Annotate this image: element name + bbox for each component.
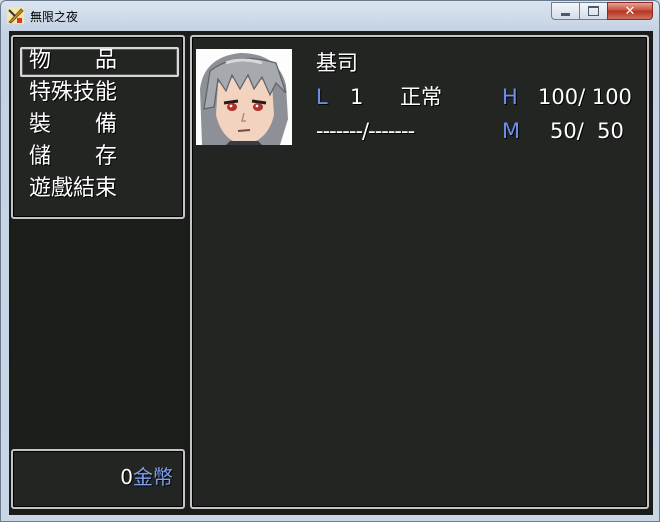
game-viewport: 物 品 特殊技能 裝 備 儲 存 遊戲結束 0 金幣 基司 L 1 正常 H 1… (9, 31, 653, 515)
menu-item-label: 物 品 (29, 48, 118, 73)
gold-unit: 金幣 (133, 465, 173, 489)
menu-item-label: 裝 備 (29, 112, 118, 137)
character-face-icon (196, 49, 292, 145)
gold-display: 0 金幣 (120, 467, 173, 487)
game-window: 無限之夜 ✕ 物 品 特殊技能 裝 備 儲 存 遊戲結束 0 金幣 基司 L 1… (0, 0, 660, 522)
minimize-button[interactable] (551, 2, 579, 20)
maximize-icon (588, 6, 599, 16)
level-label: L (316, 85, 328, 109)
menu-item-items[interactable]: 物 品 (29, 47, 179, 77)
title-bar[interactable]: 無限之夜 ✕ (1, 1, 659, 31)
mp-value: 50/ 50 (550, 119, 624, 143)
command-menu: 物 品 特殊技能 裝 備 儲 存 遊戲結束 (11, 35, 185, 219)
close-icon: ✕ (624, 3, 636, 19)
window-title: 無限之夜 (30, 10, 79, 24)
gold-amount: 0 (120, 465, 133, 489)
menu-item-save[interactable]: 儲 存 (29, 143, 179, 173)
menu-item-quit[interactable]: 遊戲結束 (29, 175, 179, 205)
close-button[interactable]: ✕ (607, 2, 653, 20)
mp-label: M (502, 119, 521, 143)
condition-text: 正常 (400, 85, 442, 109)
menu-item-equip[interactable]: 裝 備 (29, 111, 179, 141)
character-portrait[interactable] (196, 49, 292, 145)
hp-label: H (502, 85, 518, 109)
maximize-button[interactable] (579, 2, 607, 20)
character-name: 基司 (316, 51, 358, 75)
menu-item-skills[interactable]: 特殊技能 (29, 79, 179, 109)
exp-value: -------/------- (316, 119, 415, 143)
caption-buttons: ✕ (551, 2, 653, 21)
status-panel: 基司 L 1 正常 H 100/ 100 -------/------- M 5… (190, 35, 649, 509)
hp-value: 100/ 100 (538, 85, 632, 109)
app-icon (7, 7, 24, 24)
gold-panel: 0 金幣 (11, 449, 185, 509)
empty-panel (11, 221, 185, 447)
level-value: 1 (350, 85, 364, 109)
minimize-icon (561, 12, 570, 16)
menu-item-label: 儲 存 (29, 144, 118, 169)
menu-item-label: 遊戲結束 (29, 176, 118, 201)
menu-item-label: 特殊技能 (29, 80, 118, 105)
